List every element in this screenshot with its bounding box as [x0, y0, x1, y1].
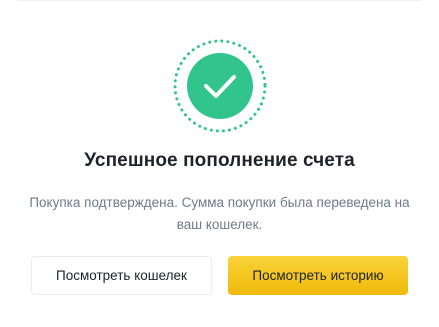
dialog-title: Успешное пополнение счета: [84, 150, 355, 171]
view-wallet-button[interactable]: Посмотреть кошелек: [31, 256, 212, 295]
view-history-button[interactable]: Посмотреть историю: [228, 256, 408, 295]
dialog-message: Покупка подтверждена. Сумма покупки была…: [29, 195, 410, 232]
deposit-success-dialog: Успешное пополнение счета Покупка подтве…: [0, 0, 439, 327]
divider: [18, 0, 421, 1]
check-circle-icon: [172, 38, 268, 134]
